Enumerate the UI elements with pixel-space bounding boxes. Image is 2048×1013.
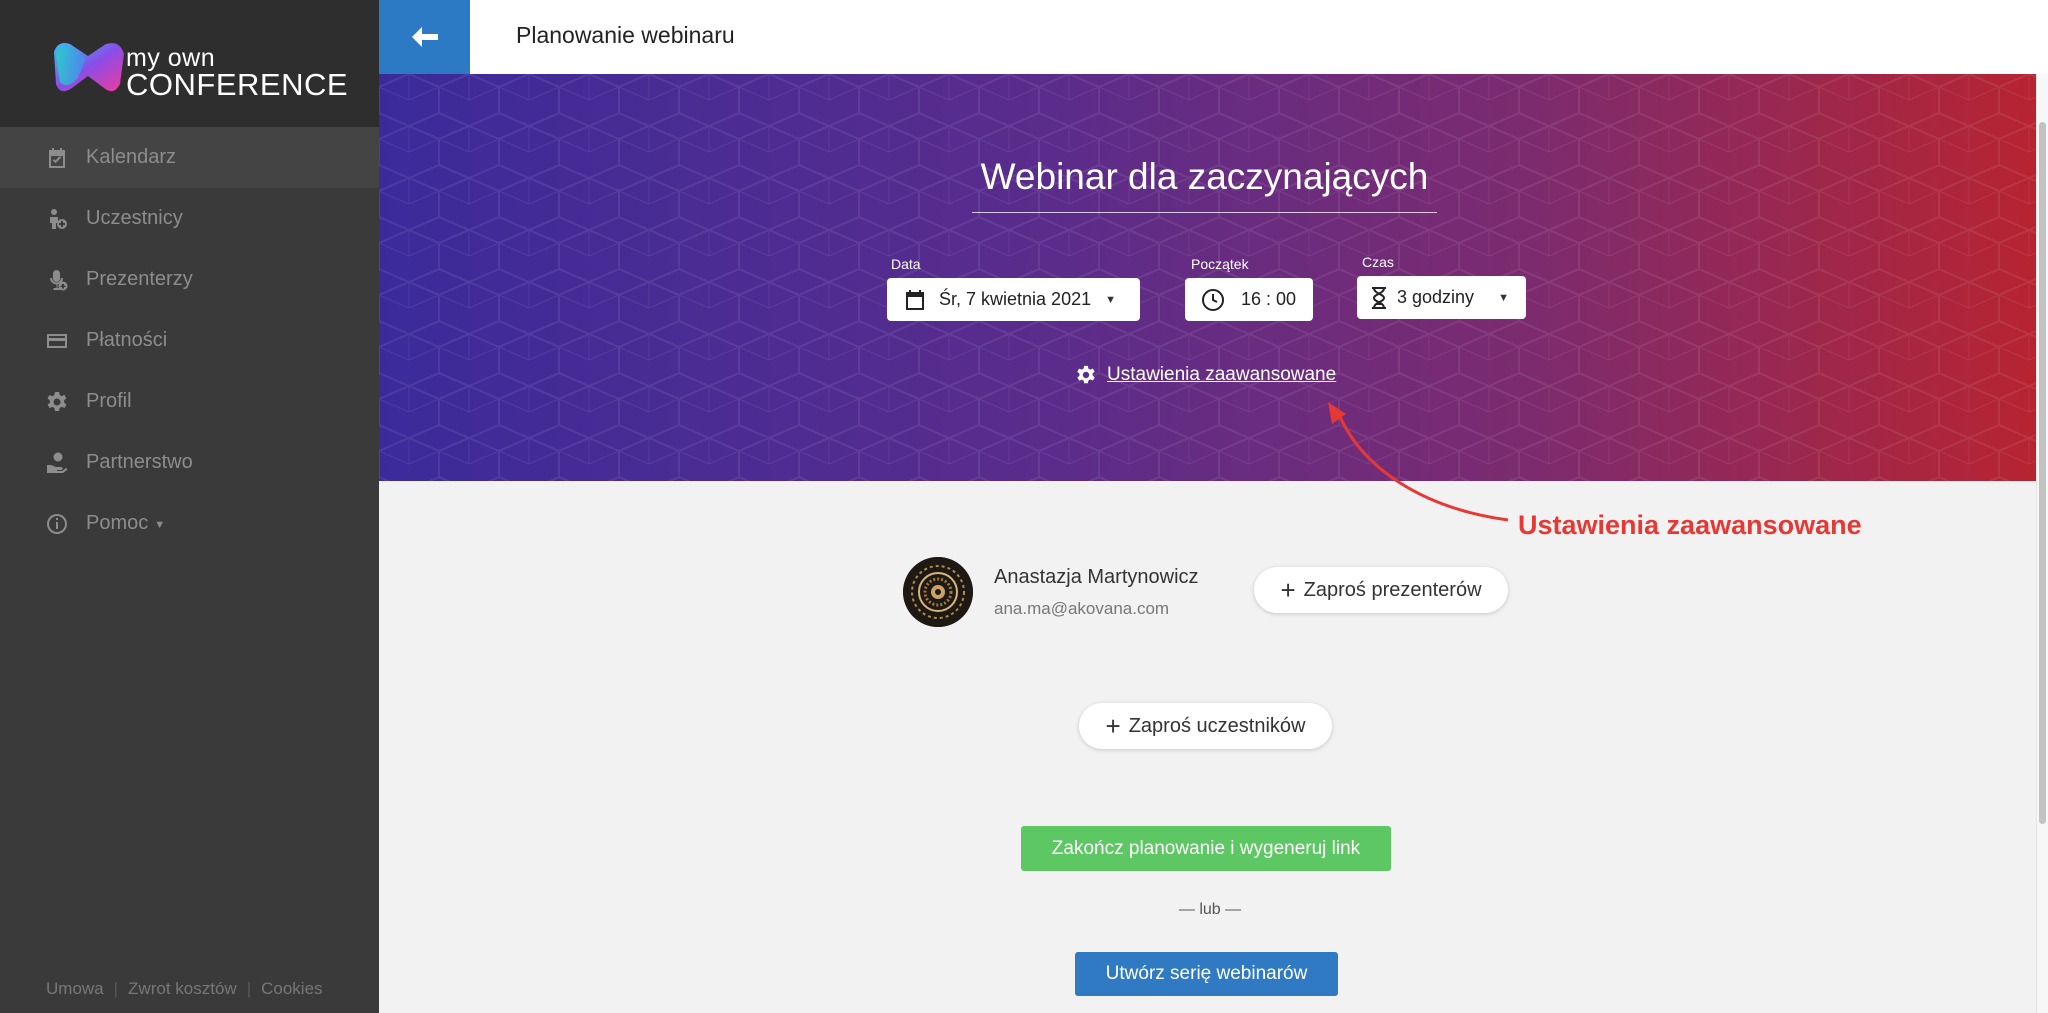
start-label: Początek xyxy=(1191,256,1249,272)
sidebar-item-pomoc[interactable]: Pomoc ▼ xyxy=(0,493,379,554)
duration-select[interactable]: 3 godziny ▼ xyxy=(1357,276,1526,319)
sidebar-item-uczestnicy[interactable]: Uczestnicy xyxy=(0,188,379,249)
hand-coin-icon xyxy=(44,450,70,476)
sidebar-item-platnosci[interactable]: Płatności xyxy=(0,310,379,371)
or-divider: — lub — xyxy=(1178,901,1242,918)
advanced-settings-label: Ustawienia zaawansowane xyxy=(1107,364,1337,385)
footer-link-zwrot-kosztow[interactable]: Zwrot kosztów xyxy=(128,979,237,999)
invite-presenters-label: Zaproś prezenterów xyxy=(1303,578,1482,601)
advanced-settings-link[interactable]: Ustawienia zaawansowane xyxy=(1075,364,1336,386)
invite-participants-button[interactable]: + Zaproś uczestników xyxy=(1079,703,1332,749)
sidebar-item-label: Prezenterzy xyxy=(86,268,193,290)
start-time-picker[interactable]: 16 : 00 xyxy=(1185,278,1313,321)
logo-icon xyxy=(54,43,124,92)
presenter-email: ana.ma@akovana.com xyxy=(994,599,1170,618)
plus-icon: + xyxy=(1280,575,1296,605)
sidebar-footer: Umowa | Zwrot kosztów | Cookies xyxy=(46,979,323,999)
sidebar-item-label: Partnerstwo xyxy=(86,451,193,473)
footer-link-umowa[interactable]: Umowa xyxy=(46,979,104,999)
footer-separator: | xyxy=(246,979,252,998)
duration-value: 3 godziny xyxy=(1397,287,1475,307)
sidebar-item-label: Płatności xyxy=(86,329,168,351)
footer-link-cookies[interactable]: Cookies xyxy=(261,979,322,999)
chevron-down-icon: ▼ xyxy=(154,518,166,531)
annotation-label: Ustawienia zaawansowane xyxy=(1518,510,1862,540)
annotation-arrow xyxy=(1328,402,1509,522)
back-button[interactable] xyxy=(379,0,470,74)
credit-card-icon xyxy=(44,328,70,354)
microphone-icon xyxy=(44,267,70,293)
finish-planning-button[interactable]: Zakończ planowanie i wygeneruj link xyxy=(1021,826,1391,871)
presenter-name: Anastazja Martynowicz xyxy=(994,566,1199,588)
gear-icon xyxy=(1077,365,1095,384)
scrollbar[interactable] xyxy=(2036,74,2048,1013)
page-title: Planowanie webinaru xyxy=(516,22,735,48)
hourglass-icon xyxy=(1372,286,1386,309)
avatar xyxy=(903,557,973,627)
sidebar-item-label: Uczestnicy xyxy=(86,207,183,229)
date-picker[interactable]: Śr, 7 kwietnia 2021 ▼ xyxy=(887,278,1140,321)
gear-icon xyxy=(44,389,70,415)
create-series-button[interactable]: Utwórz serię webinarów xyxy=(1075,952,1338,996)
sidebar-nav: Kalendarz Uczestnicy Prezenterzy Płatnoś… xyxy=(0,127,379,554)
scrollbar-thumb[interactable] xyxy=(2039,122,2046,824)
date-value: Śr, 7 kwietnia 2021 xyxy=(939,289,1092,309)
brand-logo[interactable]: my own CONFERENCE xyxy=(0,0,379,127)
calendar-icon xyxy=(906,289,924,310)
sidebar-item-partnerstwo[interactable]: Partnerstwo xyxy=(0,432,379,493)
sidebar-item-kalendarz[interactable]: Kalendarz xyxy=(0,127,379,188)
sidebar: my own CONFERENCE Kalendarz Uczestnicy P… xyxy=(0,0,379,1013)
calendar-check-icon xyxy=(44,145,70,171)
brand-line2: CONFERENCE xyxy=(126,67,349,102)
sidebar-item-prezenterzy[interactable]: Prezenterzy xyxy=(0,249,379,310)
clock-icon xyxy=(1202,288,1224,311)
sidebar-item-label: Pomoc xyxy=(86,512,149,534)
person-add-icon xyxy=(44,206,70,232)
brand-name: my own CONFERENCE xyxy=(126,46,349,102)
start-time-value: 16 : 00 xyxy=(1241,289,1297,309)
date-label: Data xyxy=(891,256,921,272)
sidebar-item-profil[interactable]: Profil xyxy=(0,371,379,432)
chevron-down-icon: ▼ xyxy=(1105,293,1116,306)
footer-separator: | xyxy=(113,979,119,998)
webinar-title[interactable]: Webinar dla zaczynających xyxy=(972,156,1437,213)
plus-icon: + xyxy=(1105,711,1121,741)
top-bar: Planowanie webinaru xyxy=(379,0,2048,74)
sidebar-item-label: Profil xyxy=(86,390,132,412)
webinar-hero: Webinar dla zaczynających Data Śr, 7 kwi… xyxy=(379,74,2036,481)
invite-presenters-button[interactable]: + Zaproś prezenterów xyxy=(1254,567,1508,613)
chevron-down-icon: ▼ xyxy=(1498,291,1509,304)
info-circle-icon xyxy=(44,511,70,537)
arrow-left-icon xyxy=(411,27,438,47)
invite-participants-label: Zaproś uczestników xyxy=(1128,714,1306,737)
sidebar-item-label: Kalendarz xyxy=(86,146,177,168)
duration-label: Czas xyxy=(1362,254,1394,270)
